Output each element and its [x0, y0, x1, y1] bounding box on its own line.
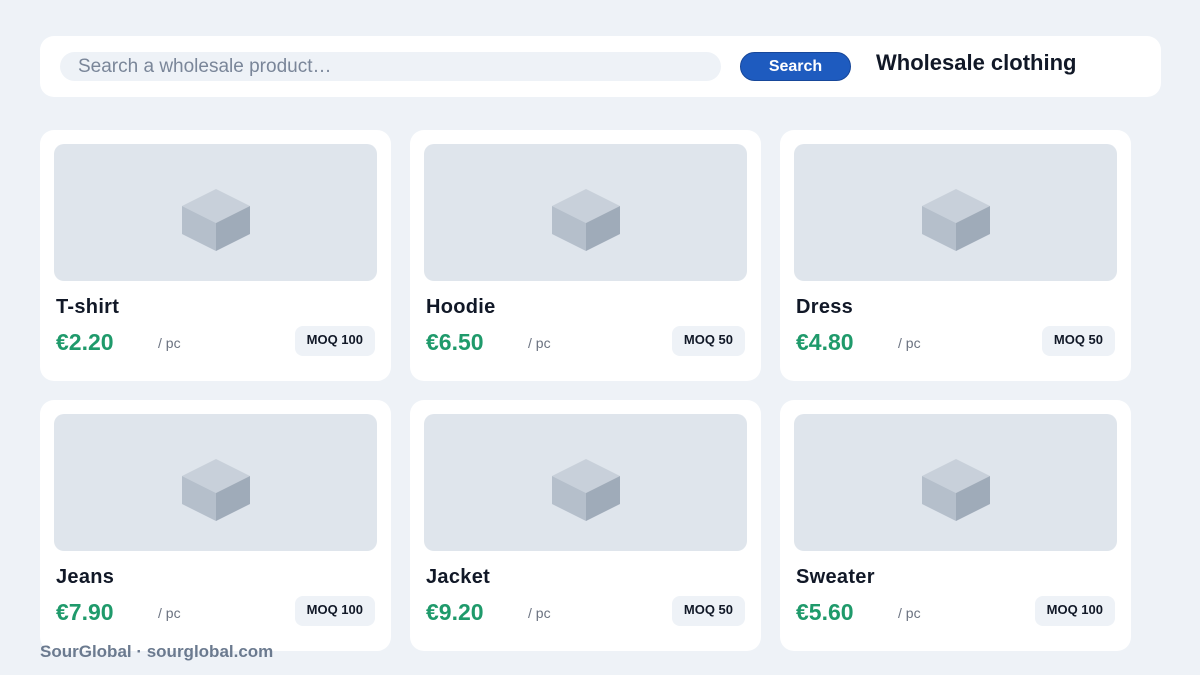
product-name: T-shirt [56, 296, 120, 318]
product-card-t-shirt[interactable]: T-shirt €2.20 / pc MOQ 100 [40, 130, 391, 381]
product-price: €7.90 [56, 599, 114, 625]
price-unit: / pc [158, 605, 181, 621]
moq-badge: MOQ 50 [671, 326, 745, 356]
product-card-hoodie[interactable]: Hoodie €6.50 / pc MOQ 50 [410, 130, 761, 381]
product-price: €2.20 [56, 329, 114, 355]
product-name: Jeans [56, 566, 115, 588]
moq-badge: MOQ 100 [294, 596, 375, 626]
price-unit: / pc [528, 335, 551, 351]
product-name: Jacket [426, 566, 491, 588]
price-unit: / pc [898, 605, 921, 621]
footer-brand: SourGlobal · sourglobal.com [40, 642, 274, 661]
box-icon [552, 459, 620, 521]
top-search-bar: Search Wholesale clothing [40, 36, 1161, 97]
box-icon [922, 189, 990, 251]
box-icon [182, 189, 250, 251]
product-card-dress[interactable]: Dress €4.80 / pc MOQ 50 [780, 130, 1131, 381]
product-image-placeholder [54, 414, 377, 551]
product-card-sweater[interactable]: Sweater €5.60 / pc MOQ 100 [780, 400, 1131, 651]
price-unit: / pc [898, 335, 921, 351]
moq-badge: MOQ 100 [1034, 596, 1115, 626]
search-input[interactable] [60, 52, 721, 81]
product-price: €9.20 [426, 599, 484, 625]
moq-badge: MOQ 100 [294, 326, 375, 356]
product-image-placeholder [794, 414, 1117, 551]
product-card-jeans[interactable]: Jeans €7.90 / pc MOQ 100 [40, 400, 391, 651]
product-price: €5.60 [796, 599, 854, 625]
product-image-placeholder [424, 414, 747, 551]
page-title: Wholesale clothing [876, 50, 1077, 75]
search-button[interactable]: Search [740, 52, 851, 81]
product-name: Hoodie [426, 296, 496, 318]
product-name: Sweater [796, 566, 875, 588]
moq-badge: MOQ 50 [671, 596, 745, 626]
price-unit: / pc [528, 605, 551, 621]
product-name: Dress [796, 296, 854, 318]
product-card-jacket[interactable]: Jacket €9.20 / pc MOQ 50 [410, 400, 761, 651]
price-unit: / pc [158, 335, 181, 351]
product-image-placeholder [424, 144, 747, 281]
box-icon [182, 459, 250, 521]
product-image-placeholder [794, 144, 1117, 281]
box-icon [552, 189, 620, 251]
product-price: €4.80 [796, 329, 854, 355]
product-image-placeholder [54, 144, 377, 281]
moq-badge: MOQ 50 [1041, 326, 1115, 356]
product-price: €6.50 [426, 329, 484, 355]
box-icon [922, 459, 990, 521]
